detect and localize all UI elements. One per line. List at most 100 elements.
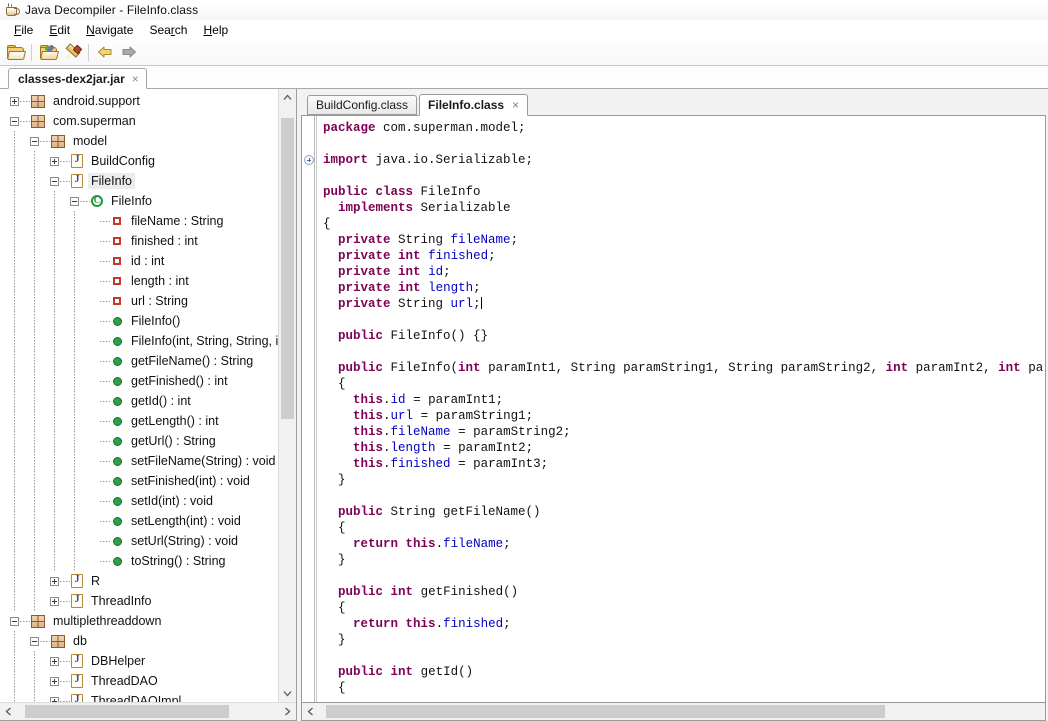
tree-scroll-thumb[interactable]	[281, 117, 294, 419]
code-token: id	[390, 393, 406, 407]
tree-node[interactable]: BuildConfig	[0, 151, 278, 171]
tree-node[interactable]: toString() : String	[0, 551, 278, 571]
tree-node[interactable]: length : int	[0, 271, 278, 291]
code-token: .	[383, 441, 391, 455]
expand-icon[interactable]	[50, 156, 59, 166]
open-file-button[interactable]	[3, 41, 27, 63]
code-line: this.finished = paramInt3;	[323, 456, 1045, 472]
tree-horizontal-scrollbar[interactable]	[0, 702, 296, 720]
collapse-icon[interactable]	[50, 176, 59, 186]
fold-collapse-icon[interactable]	[304, 155, 314, 165]
tree-node[interactable]: finished : int	[0, 231, 278, 251]
tree-node[interactable]: model	[0, 131, 278, 151]
tree-node[interactable]: ThreadInfo	[0, 591, 278, 611]
tree-node[interactable]: android.support	[0, 91, 278, 111]
expand-icon[interactable]	[50, 576, 59, 586]
open-type-button[interactable]	[36, 41, 60, 63]
tree-node[interactable]: FileInfo()	[0, 311, 278, 331]
scroll-down-button[interactable]	[279, 685, 296, 702]
method-icon	[113, 496, 122, 506]
editor-horizontal-scrollbar[interactable]	[301, 703, 1046, 721]
tree-node[interactable]: R	[0, 571, 278, 591]
tree-scroll-track[interactable]	[279, 106, 296, 685]
collapse-icon[interactable]	[70, 196, 79, 206]
editor-tab[interactable]: BuildConfig.class	[307, 95, 418, 115]
editor-h-track[interactable]	[319, 703, 1045, 720]
tree-node[interactable]: setFinished(int) : void	[0, 471, 278, 491]
tree-node[interactable]: ThreadDAOImpl	[0, 691, 278, 702]
collapse-icon[interactable]	[30, 136, 39, 146]
tree-connector	[100, 300, 110, 302]
scroll-up-button[interactable]	[279, 89, 296, 106]
tree-node[interactable]: setUrl(String) : void	[0, 531, 278, 551]
forward-button[interactable]	[117, 41, 141, 63]
edit-pencil-icon	[64, 42, 83, 62]
method-icon	[113, 356, 122, 366]
tree-node[interactable]: DBHelper	[0, 651, 278, 671]
tree-node[interactable]: getFinished() : int	[0, 371, 278, 391]
tree-guide-line	[14, 411, 15, 431]
scroll-left-button[interactable]	[0, 703, 17, 720]
expand-icon[interactable]	[50, 656, 59, 666]
tree-node[interactable]: getLength() : int	[0, 411, 278, 431]
collapse-icon[interactable]	[30, 636, 39, 646]
tree-h-thumb[interactable]	[24, 705, 230, 718]
editor-gutter[interactable]	[302, 116, 317, 702]
code-token: this	[405, 537, 436, 551]
field-icon	[113, 257, 121, 265]
close-icon[interactable]: ×	[512, 98, 519, 112]
menu-file[interactable]: File	[6, 22, 41, 38]
scroll-right-button[interactable]	[279, 703, 296, 720]
tree-node[interactable]: FileInfo(int, String, String, in	[0, 331, 278, 351]
tree-node[interactable]: setFileName(String) : void	[0, 451, 278, 471]
tree-connector	[60, 600, 70, 602]
tree-node[interactable]: getFileName() : String	[0, 351, 278, 371]
tree-node[interactable]: FileInfo	[0, 171, 278, 191]
collapse-icon[interactable]	[10, 616, 19, 626]
tree-node[interactable]: ThreadDAO	[0, 671, 278, 691]
menu-edit[interactable]: Edit	[41, 22, 78, 38]
tree-node-label: com.superman	[53, 114, 136, 128]
tree-node[interactable]: com.superman	[0, 111, 278, 131]
editor-h-thumb[interactable]	[326, 705, 886, 718]
editor-tab[interactable]: FileInfo.class ×	[419, 94, 529, 116]
collapse-icon[interactable]	[10, 116, 19, 126]
edit-button[interactable]	[60, 41, 84, 63]
expand-icon[interactable]	[50, 596, 59, 606]
tree-node[interactable]: id : int	[0, 251, 278, 271]
close-icon[interactable]: ×	[132, 72, 139, 86]
java-class-icon	[71, 174, 83, 188]
tree-h-track[interactable]	[17, 703, 279, 720]
tree-node[interactable]: setId(int) : void	[0, 491, 278, 511]
menu-navigate[interactable]: Navigate	[78, 22, 141, 38]
tree-node[interactable]: FileInfo	[0, 191, 278, 211]
tree-node[interactable]: getId() : int	[0, 391, 278, 411]
tree-node[interactable]: fileName : String	[0, 211, 278, 231]
menu-search[interactable]: Search	[141, 22, 195, 38]
source-code-view[interactable]: package com.superman.model; import java.…	[317, 116, 1045, 702]
package-tree[interactable]: android.support com.superman model BuildCon…	[0, 89, 278, 702]
editor-scroll-left-button[interactable]	[302, 703, 319, 720]
tree-vertical-scrollbar[interactable]	[278, 89, 296, 702]
tree-node[interactable]: db	[0, 631, 278, 651]
tree-node[interactable]: setLength(int) : void	[0, 511, 278, 531]
expand-icon[interactable]	[50, 676, 59, 686]
method-icon	[113, 376, 122, 386]
expand-icon[interactable]	[10, 96, 19, 106]
back-button[interactable]	[93, 41, 117, 63]
tree-guide-line	[74, 551, 75, 571]
tree-node-label: length : int	[131, 274, 189, 288]
code-line: {	[323, 680, 1045, 696]
menu-help[interactable]: Help	[195, 22, 236, 38]
tree-node[interactable]: multiplethreaddown	[0, 611, 278, 631]
tree-node-label: multiplethreaddown	[53, 614, 162, 628]
gutter-divider	[314, 116, 315, 702]
tree-node[interactable]: getUrl() : String	[0, 431, 278, 451]
tree-node[interactable]: url : String	[0, 291, 278, 311]
code-line: {	[323, 600, 1045, 616]
tree-node-label: setFinished(int) : void	[131, 474, 250, 488]
jar-tab-classes-dex2jar[interactable]: classes-dex2jar.jar ×	[8, 68, 147, 89]
tree-connector	[100, 340, 110, 342]
